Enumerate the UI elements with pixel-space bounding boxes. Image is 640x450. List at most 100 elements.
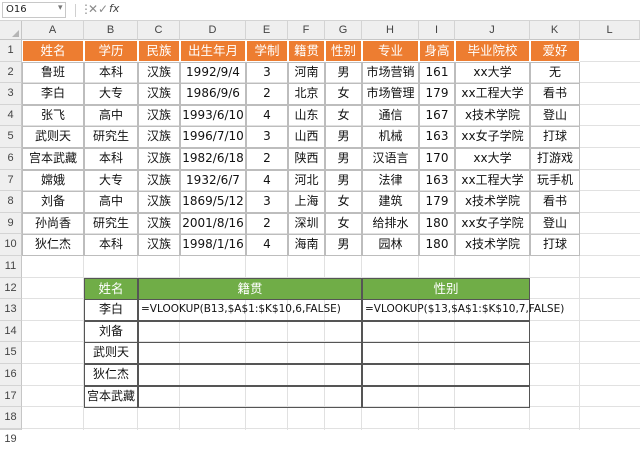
- header-cell[interactable]: 民族: [138, 40, 180, 62]
- data-cell[interactable]: 男: [325, 234, 362, 257]
- data-cell[interactable]: 给排水: [362, 212, 419, 235]
- cancel-icon[interactable]: ✕: [88, 2, 98, 16]
- data-cell[interactable]: 170: [419, 148, 455, 170]
- data-cell[interactable]: 167: [419, 104, 455, 127]
- lookup-name-cell[interactable]: 李白: [84, 299, 138, 322]
- data-cell[interactable]: 看书: [530, 83, 580, 106]
- column-header-i[interactable]: I: [419, 21, 455, 40]
- data-cell[interactable]: 园林: [362, 234, 419, 257]
- data-cell[interactable]: 4: [246, 169, 288, 192]
- data-cell[interactable]: 1993/6/10: [180, 104, 246, 127]
- lookup-formula-cell[interactable]: [362, 364, 530, 386]
- data-cell[interactable]: 大专: [84, 83, 138, 106]
- data-cell[interactable]: 3: [246, 191, 288, 214]
- data-cell[interactable]: 通信: [362, 104, 419, 127]
- formula-input[interactable]: [124, 2, 636, 18]
- column-header-g[interactable]: G: [325, 21, 362, 40]
- data-cell[interactable]: 李白: [22, 83, 84, 106]
- data-cell[interactable]: 1992/9/4: [180, 61, 246, 84]
- data-cell[interactable]: 市场营销: [362, 61, 419, 84]
- row-header-9[interactable]: 9: [0, 212, 22, 235]
- row-header-17[interactable]: 17: [0, 385, 22, 408]
- data-cell[interactable]: 玩手机: [530, 169, 580, 192]
- lookup-formula-cell[interactable]: =VLOOKUP(B13,$A$1:$K$10,6,FALSE): [138, 299, 362, 322]
- data-cell[interactable]: 河南: [288, 61, 325, 84]
- data-cell[interactable]: x技术学院: [455, 191, 530, 214]
- data-cell[interactable]: 汉族: [138, 234, 180, 257]
- data-cell[interactable]: 1986/9/6: [180, 83, 246, 106]
- header-cell[interactable]: 学历: [84, 40, 138, 62]
- data-cell[interactable]: 河北: [288, 169, 325, 192]
- row-header-2[interactable]: 2: [0, 61, 22, 84]
- data-cell[interactable]: 3: [246, 126, 288, 149]
- row-header-7[interactable]: 7: [0, 169, 22, 192]
- data-cell[interactable]: xx女子学院: [455, 212, 530, 235]
- row-header-18[interactable]: 18: [0, 407, 22, 429]
- lookup-name-cell[interactable]: 刘备: [84, 320, 138, 343]
- header-cell[interactable]: 学制: [246, 40, 288, 62]
- chevron-down-icon[interactable]: ▾: [58, 3, 63, 13]
- data-cell[interactable]: x技术学院: [455, 104, 530, 127]
- data-cell[interactable]: xx工程大学: [455, 169, 530, 192]
- data-cell[interactable]: 163: [419, 169, 455, 192]
- header-cell[interactable]: 爱好: [530, 40, 580, 62]
- lookup-formula-cell[interactable]: [138, 364, 362, 386]
- row-header-5[interactable]: 5: [0, 126, 22, 148]
- data-cell[interactable]: 登山: [530, 212, 580, 235]
- name-box[interactable]: O16: [2, 2, 66, 18]
- header-cell[interactable]: 身高: [419, 40, 455, 62]
- data-cell[interactable]: 打球: [530, 126, 580, 149]
- lookup-formula-cell[interactable]: =VLOOKUP($13,$A$1:$K$10,7,FALSE): [362, 299, 564, 322]
- header-cell[interactable]: 专业: [362, 40, 419, 62]
- column-header-l[interactable]: L: [580, 21, 640, 40]
- data-cell[interactable]: xx女子学院: [455, 126, 530, 149]
- data-cell[interactable]: 无: [530, 61, 580, 84]
- data-cell[interactable]: 汉族: [138, 83, 180, 106]
- data-cell[interactable]: 男: [325, 126, 362, 149]
- select-all-corner[interactable]: [0, 21, 22, 40]
- row-header-13[interactable]: 13: [0, 299, 22, 321]
- lookup-formula-cell[interactable]: [362, 320, 530, 343]
- data-cell[interactable]: 1869/5/12: [180, 191, 246, 214]
- data-cell[interactable]: 狄仁杰: [22, 234, 84, 257]
- data-cell[interactable]: 孙尚香: [22, 212, 84, 235]
- data-cell[interactable]: 1996/7/10: [180, 126, 246, 149]
- row-header-16[interactable]: 16: [0, 364, 22, 386]
- row-header-10[interactable]: 10: [0, 234, 22, 256]
- data-cell[interactable]: 163: [419, 126, 455, 149]
- data-cell[interactable]: 2: [246, 212, 288, 235]
- data-cell[interactable]: 女: [325, 104, 362, 127]
- data-cell[interactable]: 2: [246, 83, 288, 106]
- row-header-3[interactable]: 3: [0, 83, 22, 105]
- lookup-formula-cell[interactable]: [138, 385, 362, 408]
- column-header-j[interactable]: J: [455, 21, 530, 40]
- data-cell[interactable]: 女: [325, 212, 362, 235]
- lookup-header-cell[interactable]: 性别: [362, 277, 530, 300]
- row-header-8[interactable]: 8: [0, 191, 22, 213]
- lookup-header-cell[interactable]: 姓名: [84, 277, 138, 300]
- data-cell[interactable]: 本科: [84, 234, 138, 257]
- data-cell[interactable]: 山西: [288, 126, 325, 149]
- data-cell[interactable]: 上海: [288, 191, 325, 214]
- insert-function-icon[interactable]: fx: [109, 2, 119, 15]
- header-cell[interactable]: 性别: [325, 40, 362, 62]
- confirm-icon[interactable]: ✓: [98, 2, 108, 16]
- lookup-formula-cell[interactable]: [138, 320, 362, 343]
- data-cell[interactable]: 本科: [84, 148, 138, 170]
- lookup-name-cell[interactable]: 狄仁杰: [84, 364, 138, 386]
- data-cell[interactable]: 男: [325, 169, 362, 192]
- data-cell[interactable]: 男: [325, 148, 362, 170]
- data-cell[interactable]: 2: [246, 148, 288, 170]
- column-header-f[interactable]: F: [288, 21, 325, 40]
- data-cell[interactable]: 汉族: [138, 191, 180, 214]
- column-header-b[interactable]: B: [84, 21, 138, 40]
- data-cell[interactable]: 登山: [530, 104, 580, 127]
- data-cell[interactable]: 汉族: [138, 169, 180, 192]
- data-cell[interactable]: 179: [419, 83, 455, 106]
- data-cell[interactable]: 汉族: [138, 104, 180, 127]
- data-cell[interactable]: 汉族: [138, 148, 180, 170]
- data-cell[interactable]: 汉语言: [362, 148, 419, 170]
- data-cell[interactable]: 北京: [288, 83, 325, 106]
- data-cell[interactable]: 刘备: [22, 191, 84, 214]
- data-cell[interactable]: 山东: [288, 104, 325, 127]
